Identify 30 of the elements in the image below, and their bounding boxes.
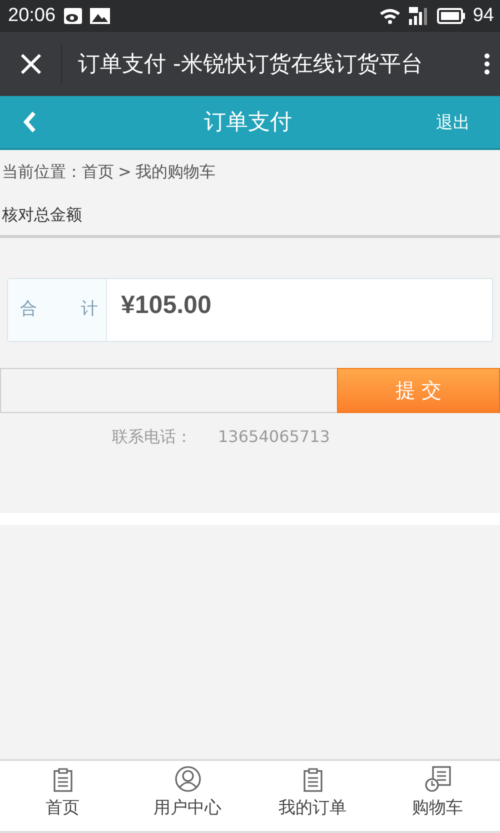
phone-number: 13654065713 (218, 427, 330, 448)
clipboard-icon (52, 768, 72, 792)
clipboard-icon (302, 768, 322, 792)
battery-level: 94 (472, 5, 494, 27)
tab-item[interactable]: 首页 (0, 761, 125, 831)
more-icon (484, 53, 490, 75)
total-amount: ¥105.00 (120, 290, 212, 321)
total-label: 计 (81, 298, 98, 320)
section-title: 核对总金额 (0, 192, 500, 238)
close-icon (20, 53, 42, 75)
user-icon (174, 766, 200, 792)
breadcrumb-link[interactable]: 我的购物车 (135, 162, 216, 183)
tab-item[interactable]: 用户中心 (125, 761, 250, 831)
wifi-icon (378, 8, 401, 24)
signal-icon (408, 7, 429, 25)
back-icon (23, 111, 37, 133)
breadcrumb-link[interactable]: 首页 (82, 162, 114, 183)
contact-label: 联系电话： (112, 427, 192, 448)
breadcrumb-label: 当前位置： (2, 162, 82, 183)
tab-item[interactable]: 购物车 (375, 761, 500, 831)
page-title: 订单支付 -米锐快订货在线订货平台 (77, 51, 424, 79)
total-label: 合 (20, 298, 37, 320)
tab-item[interactable]: 我的订单 (250, 761, 375, 831)
battery-icon (436, 8, 465, 24)
breadcrumb-separator: > (118, 162, 132, 181)
clock-time: 20:06 (8, 5, 56, 27)
image-icon (90, 8, 110, 24)
input-field[interactable] (0, 368, 337, 413)
document-clock-icon (424, 766, 450, 792)
header-title: 订单支付 (203, 109, 293, 137)
